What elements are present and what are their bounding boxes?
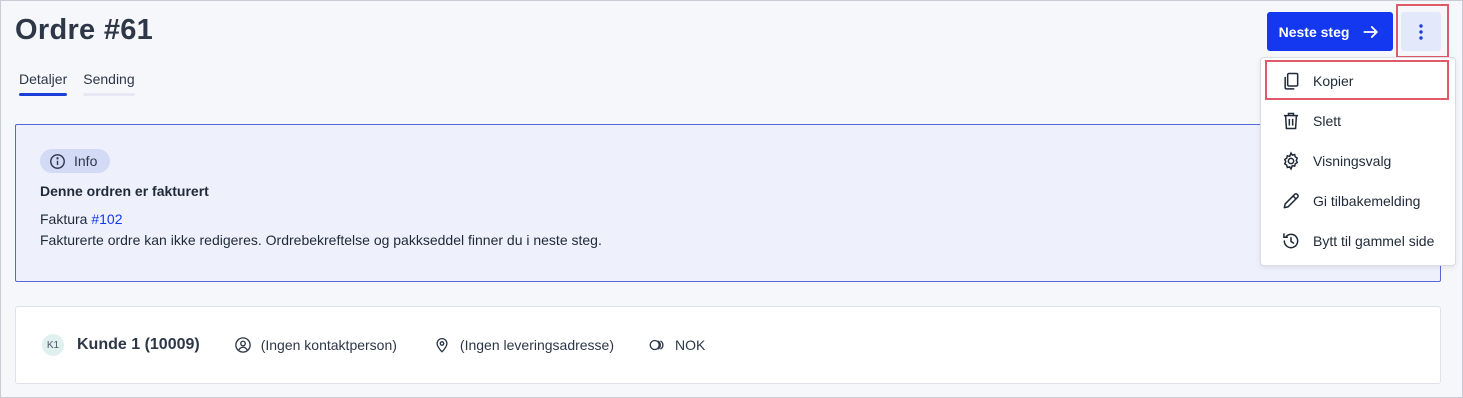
invoice-prefix: Faktura: [40, 211, 88, 227]
customer-name[interactable]: Kunde 1 (10009): [77, 336, 200, 354]
menu-item-label: Kopier: [1313, 73, 1354, 89]
page-title: Ordre #61: [15, 14, 154, 46]
currency[interactable]: NOK: [648, 336, 705, 354]
menu-item-feedback[interactable]: Gi tilbakemelding: [1261, 181, 1455, 221]
tab-sending[interactable]: Sending: [83, 71, 136, 96]
copy-icon: [1284, 72, 1299, 90]
menu-item-label: Gi tilbakemelding: [1313, 193, 1421, 209]
invoice-link[interactable]: #102: [91, 211, 122, 227]
customer-row: K1 Kunde 1 (10009) (Ingen kontaktperson)…: [42, 334, 705, 356]
info-description: Fakturerte ordre kan ikke redigeres. Ord…: [40, 232, 602, 248]
invoice-line: Faktura #102: [40, 211, 123, 227]
delivery-address-label: (Ingen leveringsadresse): [459, 337, 615, 353]
gear-icon: [1283, 151, 1299, 171]
pencil-icon: [1283, 193, 1299, 209]
next-step-button[interactable]: Neste steg: [1267, 12, 1393, 51]
user-circle-icon: [234, 337, 251, 353]
customer-card: K1 Kunde 1 (10009) (Ingen kontaktperson)…: [15, 306, 1441, 384]
options-menu: Kopier Slett Visningsvalg Gi tilbakemeld…: [1260, 57, 1456, 266]
currency-label: NOK: [675, 337, 706, 353]
info-heading: Denne ordren er fakturert: [40, 183, 209, 199]
info-pill: Info: [40, 149, 110, 173]
tab-bar: Detaljer Sending: [19, 71, 136, 96]
contact-person-label: (Ingen kontaktperson): [260, 337, 397, 353]
coins-icon: [649, 339, 664, 351]
menu-item-label: Visningsvalg: [1313, 153, 1392, 169]
more-vertical-icon: [1419, 23, 1423, 40]
menu-item-kopier[interactable]: Kopier: [1261, 61, 1455, 101]
more-options-button[interactable]: [1401, 12, 1441, 51]
info-circle-icon: [50, 153, 65, 169]
menu-item-label: Slett: [1313, 113, 1342, 129]
next-step-label: Neste steg: [1278, 23, 1350, 40]
info-card: Info Denne ordren er fakturert Faktura #…: [15, 124, 1441, 282]
info-pill-label: Info: [74, 153, 98, 169]
menu-item-visningsvalg[interactable]: Visningsvalg: [1261, 141, 1455, 181]
trash-icon: [1283, 112, 1299, 130]
contact-person[interactable]: (Ingen kontaktperson): [234, 336, 397, 354]
avatar: K1: [42, 334, 64, 356]
delivery-address[interactable]: (Ingen leveringsadresse): [433, 336, 614, 354]
map-pin-icon: [436, 338, 448, 353]
arrow-right-icon: [1363, 25, 1379, 38]
history-icon: [1283, 233, 1299, 249]
menu-item-old-page[interactable]: Bytt til gammel side: [1261, 221, 1455, 261]
menu-item-label: Bytt til gammel side: [1313, 233, 1435, 249]
tab-detaljer[interactable]: Detaljer: [19, 71, 68, 96]
menu-item-slett[interactable]: Slett: [1261, 101, 1455, 141]
